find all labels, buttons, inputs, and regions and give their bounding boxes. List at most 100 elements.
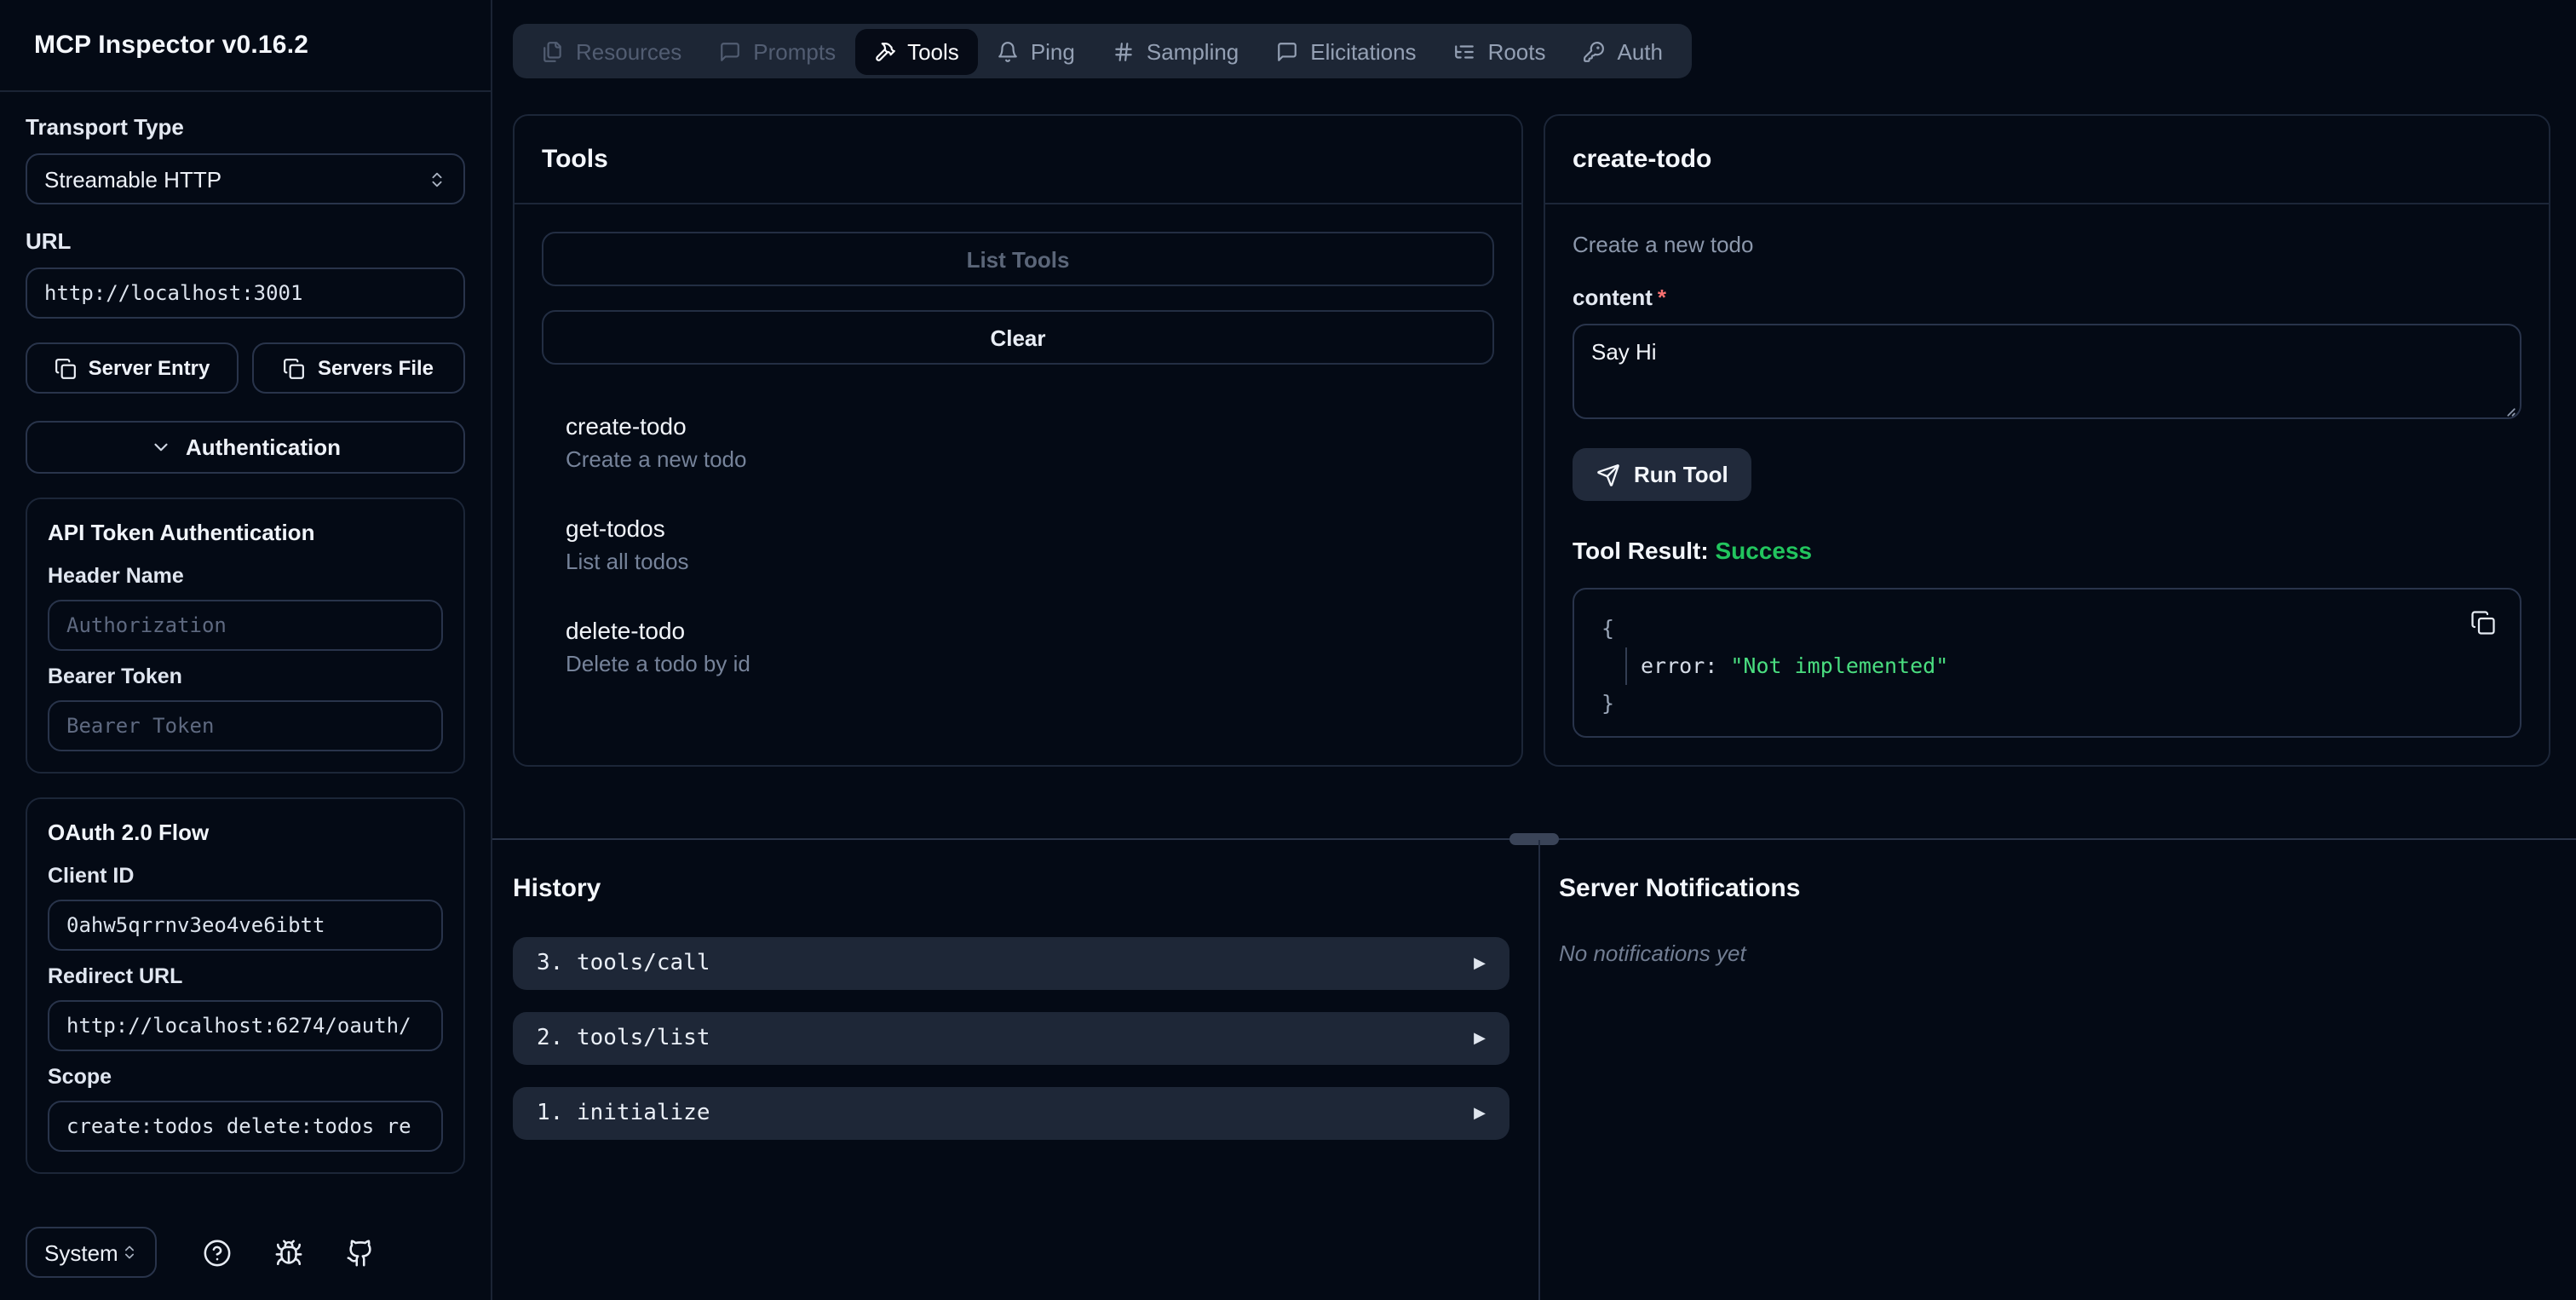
tools-panel-body: List Tools Clear create-todo Create a ne…: [515, 204, 1521, 746]
help-circle-icon: [203, 1238, 232, 1267]
tool-description: List all todos: [566, 549, 689, 574]
tool-result-status: Success: [1715, 537, 1813, 564]
copy-buttons-row: Server Entry Servers File: [26, 342, 465, 394]
tab-prompts[interactable]: Prompts: [700, 28, 854, 74]
history-item-tools-list[interactable]: 2. tools/list ▶: [513, 1012, 1509, 1065]
tab-label: Tools: [907, 38, 959, 64]
tool-detail-body: Create a new todo content * Say Hi Run To…: [1545, 204, 2549, 765]
history-item-tools-call[interactable]: 3. tools/call ▶: [513, 937, 1509, 990]
transport-type-value: Streamable HTTP: [44, 166, 222, 192]
help-button[interactable]: [203, 1238, 232, 1267]
oauth-card: OAuth 2.0 Flow Client ID Redirect URL Sc…: [26, 797, 465, 1174]
github-icon: [346, 1238, 375, 1267]
tool-description: Delete a todo by id: [566, 651, 750, 676]
sidebar: MCP Inspector v0.16.2 Transport Type Str…: [0, 0, 492, 1300]
authentication-toggle[interactable]: Authentication: [26, 421, 465, 474]
scope-input[interactable]: [66, 1114, 424, 1138]
bearer-token-input[interactable]: [66, 714, 424, 738]
redirect-url-input-wrap: [48, 1000, 443, 1051]
clear-tools-button[interactable]: Clear: [542, 310, 1494, 365]
tab-label: Roots: [1487, 38, 1546, 64]
tab-tools[interactable]: Tools: [854, 28, 978, 74]
tools-panel-header: Tools: [515, 116, 1521, 204]
scope-input-wrap: [48, 1101, 443, 1152]
expand-arrow-icon: ▶: [1474, 1104, 1486, 1121]
server-entry-button[interactable]: Server Entry: [26, 342, 239, 394]
tab-bar: Resources Prompts Tools Ping Sampling El…: [513, 24, 1692, 78]
url-label: URL: [26, 228, 72, 254]
tool-detail-title: create-todo: [1573, 145, 1712, 174]
run-tool-label: Run Tool: [1634, 462, 1728, 487]
url-input-wrap: [26, 267, 465, 319]
tab-resources[interactable]: Resources: [523, 28, 700, 74]
files-icon: [542, 40, 564, 62]
history-item-initialize[interactable]: 1. initialize ▶: [513, 1087, 1509, 1140]
tool-detail-description: Create a new todo: [1573, 232, 1754, 257]
server-entry-label: Server Entry: [88, 356, 210, 380]
tool-result-json: { error: "Not implemented" }: [1573, 588, 2521, 738]
redirect-url-label: Redirect URL: [48, 964, 183, 988]
tool-name: delete-todo: [566, 617, 686, 644]
tab-elicitations[interactable]: Elicitations: [1257, 28, 1435, 74]
copy-icon: [55, 357, 77, 379]
bearer-token-input-wrap: [48, 700, 443, 751]
url-input[interactable]: [44, 281, 446, 305]
client-id-input-wrap: [48, 900, 443, 951]
content-field-label: content *: [1573, 285, 1667, 310]
copy-icon: [2470, 610, 2496, 636]
scope-label: Scope: [48, 1065, 112, 1089]
list-tools-button[interactable]: List Tools: [542, 232, 1494, 286]
tab-auth[interactable]: Auth: [1565, 28, 1682, 74]
content-textarea[interactable]: Say Hi: [1573, 324, 2521, 419]
debug-button[interactable]: [274, 1238, 303, 1267]
tab-label: Elicitations: [1310, 38, 1417, 64]
expand-arrow-icon: ▶: [1474, 1029, 1486, 1046]
sidebar-body: Transport Type Streamable HTTP URL Serve…: [0, 92, 491, 1174]
client-id-label: Client ID: [48, 864, 135, 888]
sidebar-header: MCP Inspector v0.16.2: [0, 0, 491, 92]
tab-label: Auth: [1617, 38, 1664, 64]
json-open-brace: {: [1601, 615, 1615, 641]
header-name-input[interactable]: [66, 613, 424, 637]
tool-list-item-get-todos[interactable]: get-todos List all todos: [566, 515, 1494, 574]
bell-icon: [997, 40, 1019, 62]
header-name-input-wrap: [48, 600, 443, 651]
tool-detail-panel: create-todo Create a new todo content * S…: [1544, 114, 2550, 767]
theme-select[interactable]: System: [26, 1227, 157, 1278]
copy-icon: [284, 357, 306, 379]
tab-sampling[interactable]: Sampling: [1094, 28, 1257, 74]
header-name-label: Header Name: [48, 564, 184, 588]
tool-description: Create a new todo: [566, 446, 747, 472]
servers-file-button[interactable]: Servers File: [252, 342, 465, 394]
footer-icons: [203, 1238, 375, 1267]
history-section: History 3. tools/call ▶ 2. tools/list ▶ …: [492, 840, 1538, 1300]
tab-label: Resources: [576, 38, 682, 64]
transport-type-select[interactable]: Streamable HTTP: [26, 153, 465, 204]
json-string-value: "Not implemented": [1730, 653, 1949, 678]
server-notifications-section: Server Notifications No notifications ye…: [1540, 840, 2576, 1300]
required-marker: *: [1657, 285, 1667, 310]
bearer-token-label: Bearer Token: [48, 664, 182, 688]
key-icon: [1584, 40, 1606, 62]
chevrons-up-down-icon: [428, 170, 446, 188]
tool-result-label: Tool Result:: [1573, 537, 1709, 564]
run-tool-button[interactable]: Run Tool: [1573, 448, 1752, 501]
theme-select-value: System: [44, 1240, 118, 1265]
tool-name: create-todo: [566, 412, 687, 440]
copy-result-button[interactable]: [2470, 610, 2496, 636]
redirect-url-input[interactable]: [66, 1014, 424, 1038]
chevrons-up-down-icon: [121, 1244, 138, 1261]
tool-list-item-create-todo[interactable]: create-todo Create a new todo: [566, 412, 1494, 472]
tab-label: Sampling: [1146, 38, 1239, 64]
client-id-input[interactable]: [66, 913, 424, 937]
message-square-icon: [1276, 40, 1298, 62]
tab-roots[interactable]: Roots: [1435, 28, 1565, 74]
content-field-wrap: Say Hi: [1573, 324, 2521, 428]
github-button[interactable]: [346, 1238, 375, 1267]
oauth-title: OAuth 2.0 Flow: [48, 820, 210, 845]
tool-list-item-delete-todo[interactable]: delete-todo Delete a todo by id: [566, 617, 1494, 676]
tools-panel-title: Tools: [542, 145, 608, 174]
chevron-down-icon: [150, 436, 172, 458]
tab-ping[interactable]: Ping: [978, 28, 1094, 74]
send-icon: [1596, 463, 1620, 486]
